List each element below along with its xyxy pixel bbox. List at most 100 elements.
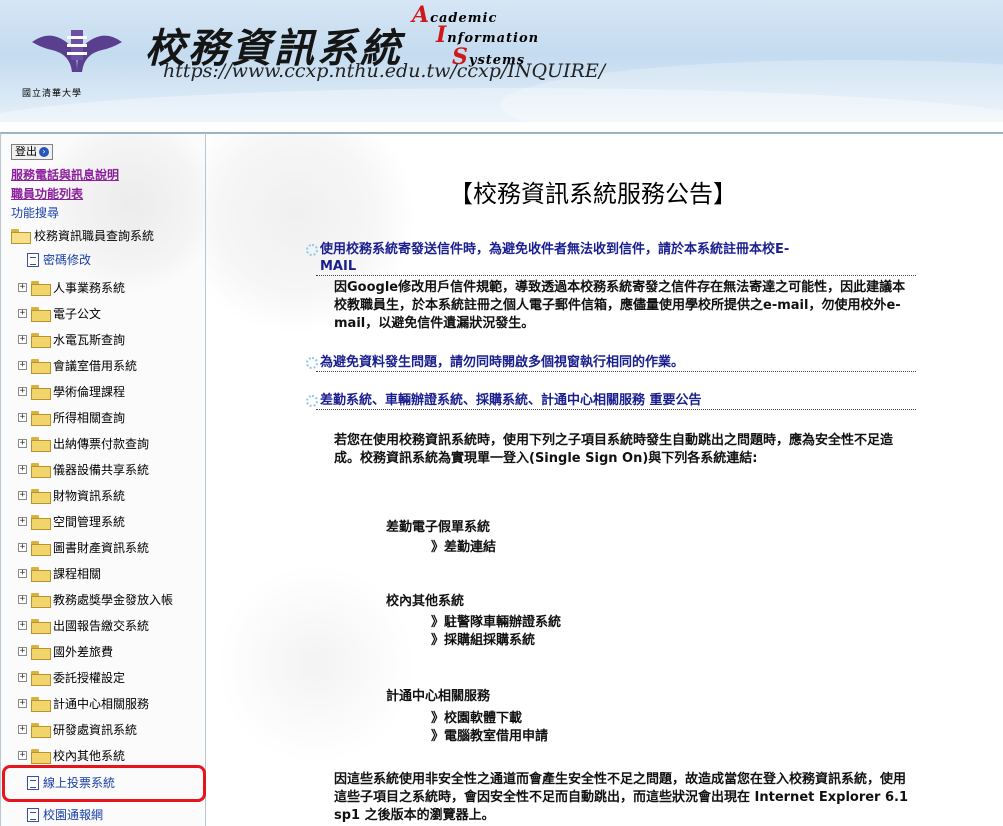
logout-button[interactable]: 登出 › [11, 144, 53, 160]
section-multiwindow-title: 為避免資料發生問題，請勿同時開啟多個視窗執行相同的作業。 [306, 354, 916, 372]
expand-plus-icon[interactable]: + [18, 491, 27, 500]
tree-leaf-online-voting[interactable]: 線上投票系統 [27, 774, 115, 791]
tree-item[interactable]: + 校內其他系統 [18, 747, 125, 764]
tree-item-label: 所得相關查詢 [53, 411, 126, 425]
tree-item[interactable]: + 水電瓦斯查詢 [18, 331, 125, 348]
tree-item[interactable]: + 課程相關 [18, 565, 101, 582]
section-title: 為避免資料發生問題，請勿同時開啟多個視窗執行相同的作業。 [320, 355, 685, 370]
tree-item-label: 儀器設備共享系統 [53, 463, 150, 477]
expand-plus-icon[interactable]: + [18, 439, 27, 448]
folder-icon [31, 333, 51, 348]
tree-item-label: 校內其他系統 [53, 749, 126, 763]
tree-item[interactable]: + 計通中心相關服務 [18, 695, 149, 712]
tree-item-label: 會議室借用系統 [53, 359, 138, 373]
expand-plus-icon[interactable]: + [18, 465, 27, 474]
section-email-title: 使用校務系統寄發送信件時，為避免收件者無法收到信件，請於本系統註冊本校E- MA… [306, 241, 916, 276]
folder-icon [31, 541, 51, 556]
folder-icon [31, 307, 51, 322]
expand-plus-icon[interactable]: + [18, 595, 27, 604]
spinner-icon [306, 395, 318, 407]
group-heading-leave: 差勤電子假單系統 [386, 520, 491, 535]
tree-leaf-password[interactable]: 密碼修改 [27, 251, 91, 268]
tree-item[interactable]: + 儀器設備共享系統 [18, 461, 149, 478]
section-title: 差勤系統、車輛辦證系統、採購系統、計通中心相關服務 重要公告 [320, 393, 702, 408]
section-title-line-1: 使用校務系統寄發送信件時，為避免收件者無法收到信件，請於本系統註冊本校E- [320, 242, 790, 257]
tree-item-label: 計通中心相關服務 [53, 697, 150, 711]
tree-item[interactable]: + 空間管理系統 [18, 513, 125, 530]
expand-plus-icon[interactable]: + [18, 699, 27, 708]
system-url: https://www.ccxp.nthu.edu.tw/ccxp/INQUIR… [163, 60, 606, 82]
folder-open-icon [11, 229, 31, 244]
expand-plus-icon[interactable]: + [18, 725, 27, 734]
section-notice-body: 若您在使用校務資訊系統時，使用下列之子項目系統時發生自動跳出之問題時，應為安全性… [334, 433, 894, 466]
tree-item-label: 課程相關 [53, 567, 102, 581]
tree-item-label: 水電瓦斯查詢 [53, 333, 126, 347]
expand-plus-icon[interactable]: + [18, 387, 27, 396]
expand-plus-icon[interactable]: + [18, 569, 27, 578]
tree-item[interactable]: + 教務處獎學金發放入帳 [18, 591, 173, 608]
link-leave[interactable]: 》差勤連結 [431, 536, 496, 555]
expand-plus-icon[interactable]: + [18, 647, 27, 656]
tree-item[interactable]: + 學術倫理課程 [18, 383, 125, 400]
sidebar: 登出 › 服務電話與訊息說明 職員功能列表 功能搜尋 校務資訊職員查詢系統 密碼… [0, 132, 206, 826]
folder-icon [31, 697, 51, 712]
tree-item[interactable]: + 委託授權設定 [18, 669, 125, 686]
expand-plus-icon[interactable]: + [18, 673, 27, 682]
expand-plus-icon[interactable]: + [18, 517, 27, 526]
section-email-body: 因Google修改用戶信件規範，導致透過本校務系統寄發之信件存在無法寄達之可能性… [334, 280, 906, 331]
main-content: 【校務資訊系統服務公告】 使用校務系統寄發送信件時，為避免收件者無法收到信件，請… [206, 132, 1003, 826]
link-software-download[interactable]: 》校園軟體下載 [431, 707, 522, 726]
link-vehicle-permit[interactable]: 》駐警隊車輛辦證系統 [431, 611, 561, 630]
tree-item-label: 圖書財產資訊系統 [53, 541, 150, 555]
tree-item-label: 空間管理系統 [53, 515, 126, 529]
tree-item[interactable]: + 國外差旅費 [18, 643, 113, 660]
folder-icon [31, 671, 51, 686]
tree-root-staff-query[interactable]: 校務資訊職員查詢系統 [11, 227, 154, 244]
tree-item[interactable]: + 圖書財產資訊系統 [18, 539, 149, 556]
tree-leaf-campus-report[interactable]: 校園通報網 [27, 806, 103, 823]
announcement-title: 【校務資訊系統服務公告】 [449, 180, 737, 208]
school-name: 國立清華大學 [22, 89, 83, 99]
tree-item[interactable]: + 電子公文 [18, 305, 101, 322]
section-notice-title: 差勤系統、車輛辦證系統、採購系統、計通中心相關服務 重要公告 [306, 392, 916, 410]
tree-root-label: 校務資訊職員查詢系統 [34, 229, 155, 243]
expand-plus-icon[interactable]: + [18, 543, 27, 552]
tree-leaf-label: 線上投票系統 [43, 776, 116, 790]
function-search-link[interactable]: 功能搜尋 [11, 204, 59, 221]
tree-item-label: 委託授權設定 [53, 671, 126, 685]
folder-icon [31, 593, 51, 608]
expand-plus-icon[interactable]: + [18, 361, 27, 370]
expand-plus-icon[interactable]: + [18, 335, 27, 344]
tree-leaf-label: 校園通報網 [43, 808, 104, 822]
expand-plus-icon[interactable]: + [18, 751, 27, 760]
staff-function-list-link[interactable]: 職員功能列表 [11, 185, 83, 202]
tree-item[interactable]: + 所得相關查詢 [18, 409, 125, 426]
tree-item-label: 人事業務系統 [53, 281, 126, 295]
service-phone-link[interactable]: 服務電話與訊息說明 [11, 166, 119, 183]
tree-item[interactable]: + 研發處資訊系統 [18, 721, 137, 738]
expand-plus-icon[interactable]: + [18, 413, 27, 422]
expand-plus-icon[interactable]: + [18, 283, 27, 292]
tree-item[interactable]: + 會議室借用系統 [18, 357, 137, 374]
tree-item-label: 教務處獎學金發放入帳 [53, 593, 174, 607]
tree-item-label: 出納傳票付款查詢 [53, 437, 150, 451]
tree-item[interactable]: + 出納傳票付款查詢 [18, 435, 149, 452]
spinner-icon [306, 357, 318, 369]
school-logo [32, 30, 122, 72]
document-icon [27, 252, 39, 267]
expand-plus-icon[interactable]: + [18, 309, 27, 318]
document-icon [27, 775, 39, 790]
tree-item-label: 財物資訊系統 [53, 489, 126, 503]
logout-label: 登出 [15, 145, 37, 158]
tree-item-label: 出國報告繳交系統 [53, 619, 150, 633]
link-procurement[interactable]: 》採購組採購系統 [431, 629, 535, 648]
document-icon [27, 807, 39, 822]
folder-icon [31, 359, 51, 374]
tree-item[interactable]: + 財物資訊系統 [18, 487, 125, 504]
link-classroom-booking[interactable]: 》電腦教室借用申請 [431, 725, 548, 744]
spinner-icon [306, 244, 318, 256]
expand-plus-icon[interactable]: + [18, 621, 27, 630]
folder-icon [31, 489, 51, 504]
tree-item[interactable]: + 出國報告繳交系統 [18, 617, 149, 634]
tree-item[interactable]: + 人事業務系統 [18, 279, 125, 296]
